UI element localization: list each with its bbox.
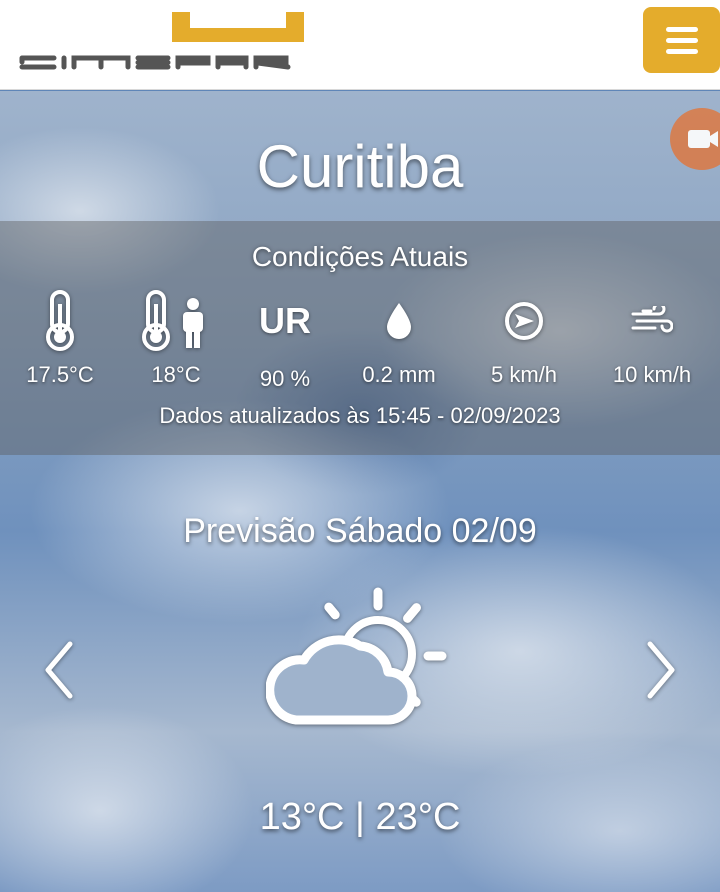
metric-rain: 0.2 mm [339,290,459,388]
current-conditions-title: Condições Atuais [251,241,469,272]
metric-temperature-value: 17.5°C [26,362,94,387]
metric-rain-value: 0.2 mm [362,362,436,387]
rain-drop-icon [387,303,411,339]
metric-temperature: 17.5°C [0,290,120,388]
wind-direction-icon [505,302,543,340]
chevron-left-icon[interactable] [40,638,80,702]
simepar-logo[interactable] [18,10,308,72]
thermometer-icon [46,290,74,351]
metric-feels-like: 18°C [116,290,236,388]
partly-cloudy-icon [266,587,447,725]
forecast-temperatures: 13°C | 23°C [259,796,461,838]
forecast-title: Previsão Sábado 02/09 [183,512,537,550]
metric-humidity-value: 90 % [259,366,311,391]
feels-like-icon [142,290,203,351]
metric-wind-gust-value: 10 km/h [612,362,692,387]
hamburger-icon [665,26,698,32]
humidity-icon: UR [259,300,311,341]
city-name: Curitiba [256,133,464,200]
chevron-right-icon[interactable] [640,638,680,702]
metric-feels-like-value: 18°C [151,362,201,387]
weather-background [0,91,720,892]
header [0,0,720,90]
metric-wind-gust: 10 km/h [592,290,712,388]
metric-wind-value: 5 km/h [490,362,558,387]
menu-button[interactable] [643,7,720,73]
metric-wind: 5 km/h [464,290,584,388]
wind-gust-icon [631,306,673,333]
metric-humidity: UR 90 % [225,290,345,392]
updated-timestamp: Dados atualizados às 15:45 - 02/09/2023 [159,403,561,428]
camera-icon [688,130,718,148]
